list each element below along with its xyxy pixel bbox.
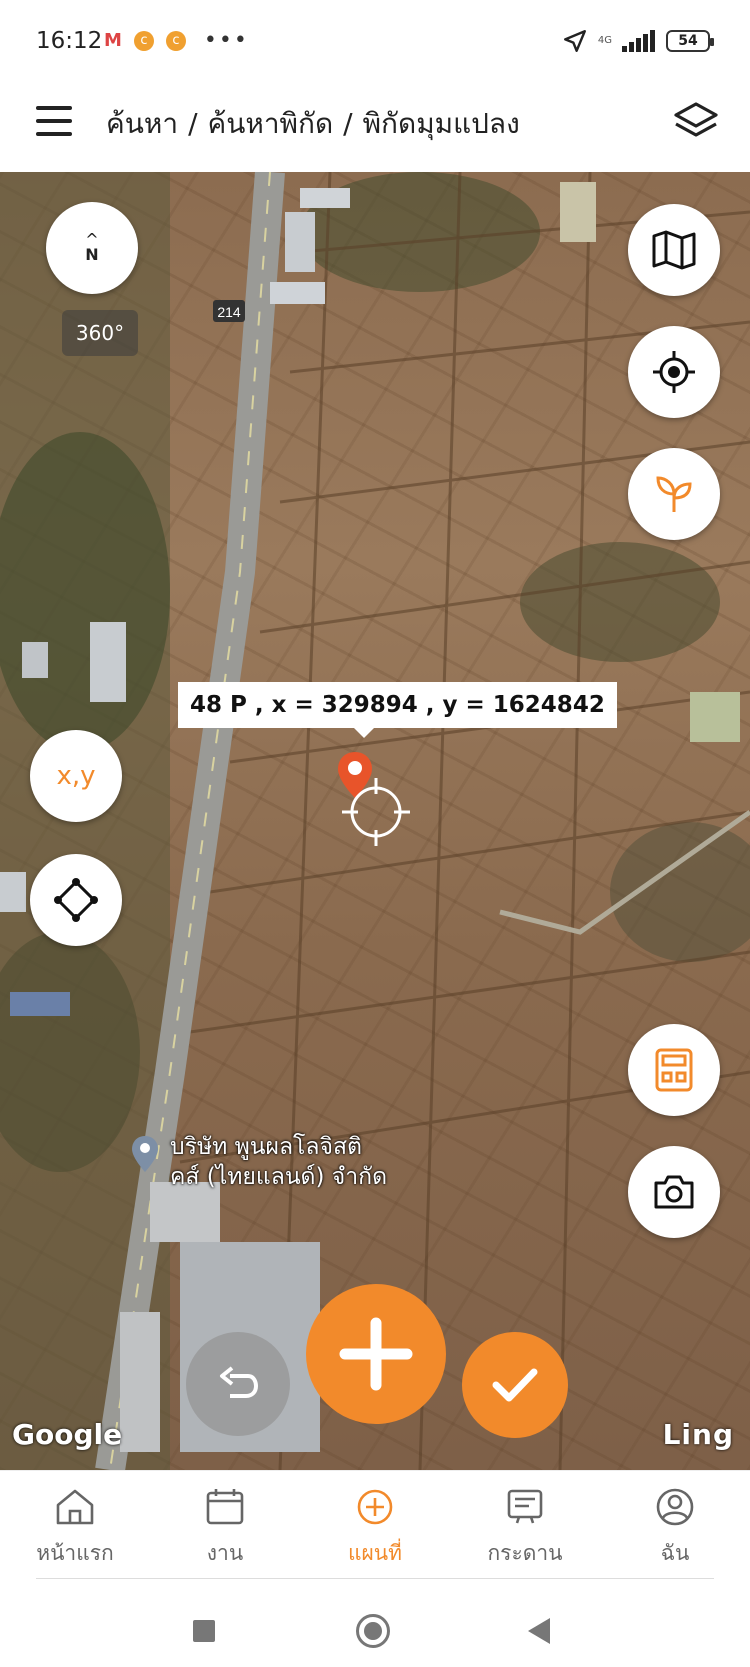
gmail-icon: M	[104, 30, 122, 51]
google-attribution: Google	[12, 1418, 123, 1451]
coordinate-label: 48 P , x = 329894 , y = 1624842	[178, 682, 617, 738]
nav-label-home: หน้าแรก	[36, 1541, 114, 1565]
nav-label-profile: ฉัน	[660, 1541, 690, 1565]
rotation-label[interactable]: 360°	[62, 310, 138, 356]
nav-label-board: กระดาน	[487, 1541, 563, 1565]
back-button[interactable]	[528, 1618, 550, 1644]
signal-icon	[622, 30, 655, 52]
plus-icon	[339, 1317, 413, 1391]
app-header: ค้นหา / ค้นหาพิกัด / พิกัดมุมแปลง	[0, 84, 750, 172]
notification-icons: M c c •••	[104, 27, 249, 53]
battery-icon: 54	[666, 30, 714, 52]
road-number-label: 214	[217, 304, 241, 320]
bottom-navigation: หน้าแรก งาน แผนที่ กระดาน ฉัน	[0, 1470, 750, 1580]
more-notifications-icon: •••	[203, 27, 249, 53]
place-label[interactable]: บริษัท พูนผลโลจิสติ คส์ (ไทยแลนด์) จำกัด	[170, 1132, 387, 1192]
sprout-icon	[656, 476, 692, 512]
home-button[interactable]	[356, 1614, 390, 1648]
place-marker-icon	[132, 1136, 158, 1172]
breadcrumb-separator: /	[343, 107, 353, 140]
undo-button[interactable]	[186, 1332, 290, 1436]
nav-label-map: แผนที่	[347, 1541, 403, 1565]
undo-icon	[220, 1366, 259, 1398]
breadcrumb-separator: /	[188, 107, 198, 140]
user-icon	[656, 1488, 694, 1526]
xy-coordinate-button[interactable]: x,y	[30, 730, 122, 822]
coin-icon: c	[165, 30, 186, 51]
nav-item-home[interactable]: หน้าแรก	[0, 1471, 150, 1580]
network-type: 4G	[597, 35, 612, 46]
system-navigation-bar	[0, 1580, 750, 1667]
camera-button[interactable]	[628, 1146, 720, 1238]
add-point-button[interactable]	[306, 1284, 446, 1424]
my-location-button[interactable]	[628, 326, 720, 418]
calendar-icon	[206, 1489, 244, 1525]
compass-button[interactable]: ^ N	[46, 202, 138, 294]
crop-button[interactable]	[628, 448, 720, 540]
place-name-line2: คส์ (ไทยแลนด์) จำกัด	[170, 1164, 388, 1190]
nav-label-tasks: งาน	[206, 1541, 244, 1565]
breadcrumb: ค้นหา / ค้นหาพิกัด / พิกัดมุมแปลง	[106, 102, 520, 146]
breadcrumb-item-coordinate-search[interactable]: ค้นหาพิกัด	[208, 107, 334, 140]
polygon-button[interactable]	[30, 854, 122, 946]
map-style-button[interactable]	[628, 204, 720, 296]
breadcrumb-item-search[interactable]: ค้นหา	[106, 107, 178, 140]
ling-attribution: Ling	[662, 1418, 734, 1451]
home-icon	[56, 1489, 94, 1525]
polygon-icon	[54, 878, 98, 922]
calculator-icon	[655, 1048, 693, 1092]
confirm-button[interactable]	[462, 1332, 568, 1438]
nav-item-map[interactable]: แผนที่	[300, 1471, 450, 1580]
camera-icon	[654, 1175, 694, 1209]
menu-icon[interactable]	[36, 106, 72, 136]
breadcrumb-item-plot-corner: พิกัดมุมแปลง	[362, 107, 520, 140]
crosshair-target-icon	[653, 351, 695, 393]
place-name-line1: บริษัท พูนผลโลจิสติ	[170, 1134, 362, 1160]
crosshair-icon	[342, 778, 410, 846]
nav-item-profile[interactable]: ฉัน	[600, 1471, 750, 1580]
plus-circle-icon	[357, 1489, 393, 1525]
map-icon	[652, 230, 696, 270]
calculator-button[interactable]	[628, 1024, 720, 1116]
nav-item-board[interactable]: กระดาน	[450, 1471, 600, 1580]
layers-icon[interactable]	[672, 100, 720, 144]
system-icons: 4G 54	[562, 28, 714, 54]
status-time: 16:12	[36, 28, 103, 54]
compass-north-label: N	[85, 245, 99, 264]
board-icon	[507, 1489, 543, 1524]
nav-divider	[36, 1578, 714, 1579]
location-arrow-icon	[563, 30, 586, 52]
map-view[interactable]: 214 ^ N 360° x,y 48 P , x = 329894 , y =…	[0, 172, 750, 1470]
nav-item-tasks[interactable]: งาน	[150, 1471, 300, 1580]
status-bar: 16:12 M c c ••• 4G 54	[0, 0, 750, 84]
check-icon	[492, 1368, 538, 1402]
coin-icon: c	[133, 30, 154, 51]
recents-button[interactable]	[193, 1620, 215, 1642]
